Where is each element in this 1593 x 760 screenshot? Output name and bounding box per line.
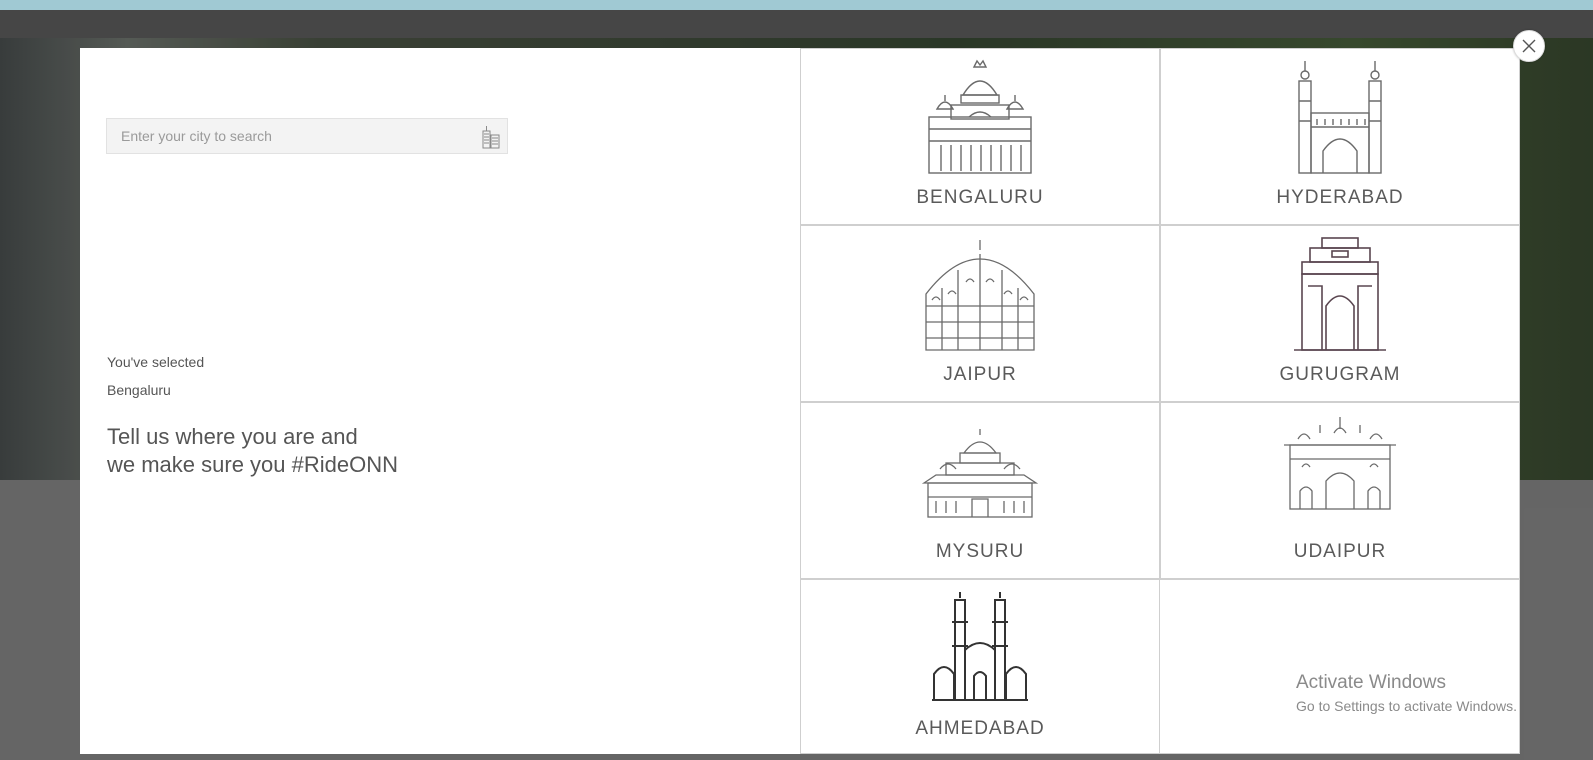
city-card-gurugram[interactable]: GURUGRAM bbox=[1160, 225, 1520, 402]
city-card-empty bbox=[1160, 579, 1520, 754]
selected-city-value: Bengaluru bbox=[107, 382, 171, 398]
city-name-jaipur: JAIPUR bbox=[943, 364, 1017, 385]
city-card-ahmedabad[interactable]: AHMEDABAD bbox=[800, 579, 1160, 754]
mysore-palace-icon bbox=[922, 429, 1038, 518]
charminar-icon bbox=[1298, 61, 1382, 174]
windows-activation-watermark: Activate Windows Go to Settings to activ… bbox=[1296, 672, 1517, 714]
tagline-line-1: Tell us where you are and bbox=[107, 424, 358, 449]
city-search-input[interactable] bbox=[107, 119, 495, 153]
city-name-mysuru: MYSURU bbox=[935, 541, 1025, 562]
watermark-subtitle: Go to Settings to activate Windows. bbox=[1296, 698, 1517, 714]
city-card-hyderabad[interactable]: HYDERABAD bbox=[1160, 48, 1520, 225]
building-icon bbox=[482, 126, 500, 149]
selected-city-label: You've selected bbox=[107, 354, 205, 370]
city-name-bengaluru: BENGALURU bbox=[916, 187, 1044, 208]
tagline-line-2: we make sure you #RideONN bbox=[107, 452, 399, 477]
close-icon bbox=[1522, 39, 1536, 53]
city-card-jaipur[interactable]: JAIPUR bbox=[800, 225, 1160, 402]
city-search-box bbox=[106, 118, 508, 154]
india-gate-icon bbox=[1294, 237, 1386, 351]
city-selection-modal: You've selected Bengaluru Tell us where … bbox=[80, 48, 1520, 754]
city-card-mysuru[interactable]: MYSURU bbox=[800, 402, 1160, 579]
city-name-gurugram: GURUGRAM bbox=[1279, 364, 1401, 385]
hawa-mahal-icon bbox=[925, 240, 1035, 351]
bengaluru-palace-icon bbox=[928, 59, 1032, 174]
close-modal-button[interactable] bbox=[1513, 30, 1545, 62]
city-card-udaipur[interactable]: UDAIPUR bbox=[1160, 402, 1520, 579]
city-name-hyderabad: HYDERABAD bbox=[1276, 187, 1404, 208]
watermark-title: Activate Windows bbox=[1296, 672, 1446, 693]
city-name-ahmedabad: AHMEDABAD bbox=[915, 718, 1045, 739]
city-card-bengaluru[interactable]: BENGALURU bbox=[800, 48, 1160, 225]
city-name-udaipur: UDAIPUR bbox=[1293, 541, 1387, 562]
udaipur-palace-icon bbox=[1284, 417, 1396, 510]
tagline: Tell us where you are and we make sure y… bbox=[107, 423, 398, 479]
city-grid: BENGALURU HYDERABAD JAIPUR GURUGRAM MYSU… bbox=[800, 48, 1520, 754]
ahmedabad-mosque-icon bbox=[932, 592, 1028, 701]
